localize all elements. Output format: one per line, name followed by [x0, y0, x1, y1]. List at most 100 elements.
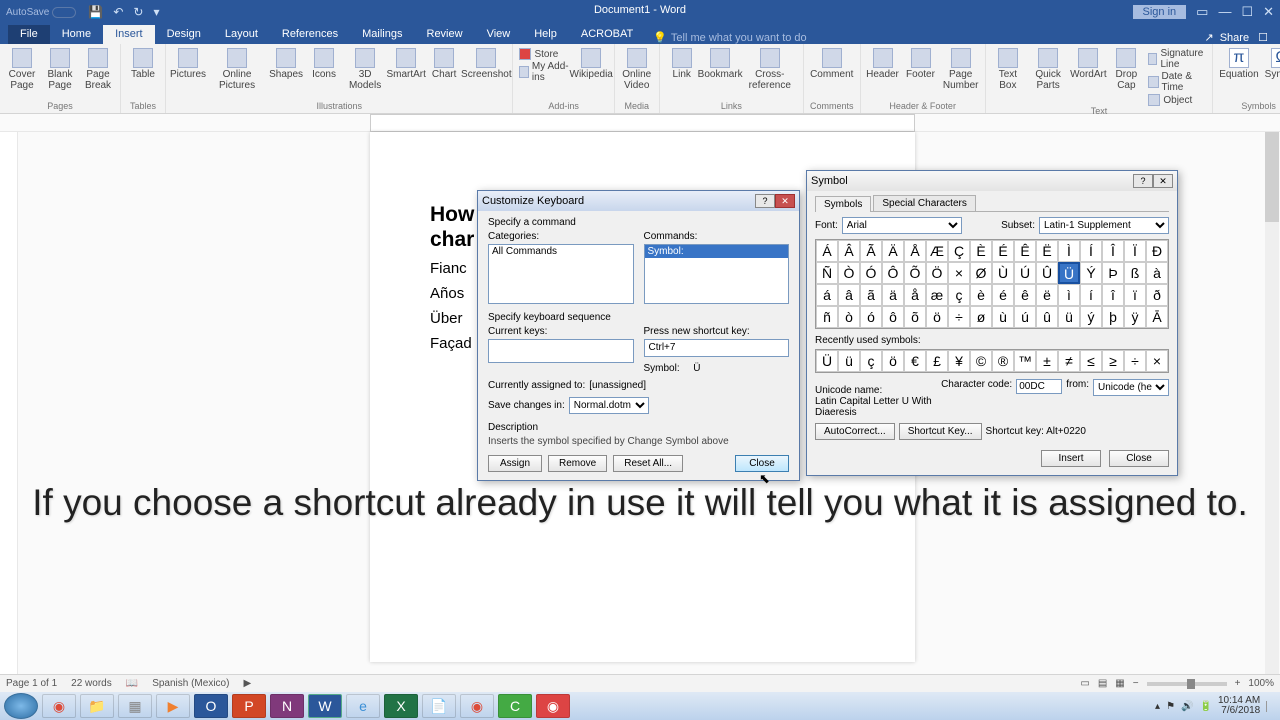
recent-symbol-cell[interactable]: ®	[992, 350, 1014, 372]
table-button[interactable]: Table	[127, 48, 159, 80]
taskbar-word-icon[interactable]: W	[308, 694, 342, 718]
symbol-cell[interactable]: Ç	[948, 240, 970, 262]
wordart-button[interactable]: WordArt	[1072, 48, 1104, 80]
taskbar-chrome2-icon[interactable]: ◉	[460, 694, 494, 718]
chart-button[interactable]: Chart	[428, 48, 460, 80]
tab-file[interactable]: File	[8, 25, 50, 44]
status-macro-icon[interactable]: ▶	[243, 678, 251, 689]
symbol-cell[interactable]: Ò	[838, 262, 860, 284]
horizontal-ruler[interactable]	[370, 114, 915, 132]
symbol-cell[interactable]: Ø	[970, 262, 992, 284]
recent-symbols-grid[interactable]: Üüçö€£¥©®™±≠≤≥÷×	[815, 349, 1169, 373]
symbol-cell[interactable]: â	[838, 284, 860, 306]
symbol-cell[interactable]: ÿ	[1124, 306, 1146, 328]
my-addins-button[interactable]: My Add-ins	[519, 61, 568, 83]
taskbar-notepad-icon[interactable]: 📄	[422, 694, 456, 718]
comment-button[interactable]: Comment	[810, 48, 853, 80]
symbol-grid[interactable]: ÁÂÃÄÅÆÇÈÉÊËÌÍÎÏÐÑÒÓÔÕÖ×ØÙÚÛÜÝÞßàáâãäåæçè…	[815, 239, 1169, 329]
text-box-button[interactable]: Text Box	[992, 48, 1024, 91]
symbol-cell[interactable]: Ý	[1080, 262, 1102, 284]
symbol-cell[interactable]: Ð	[1146, 240, 1168, 262]
reset-all-button[interactable]: Reset All...	[613, 455, 683, 472]
symbol-cell[interactable]: Ñ	[816, 262, 838, 284]
status-spellcheck-icon[interactable]: 📖	[126, 678, 138, 689]
char-code-field[interactable]	[1016, 379, 1062, 394]
blank-page-button[interactable]: Blank Page	[44, 48, 76, 91]
close-icon[interactable]: ✕	[1263, 4, 1274, 20]
page-break-button[interactable]: Page Break	[82, 48, 114, 91]
tray-clock[interactable]: 10:14 AM7/6/2018	[1218, 696, 1260, 716]
recent-symbol-cell[interactable]: £	[926, 350, 948, 372]
icons-button[interactable]: Icons	[308, 48, 340, 80]
screenshot-button[interactable]: Screenshot	[466, 48, 506, 80]
status-page[interactable]: Page 1 of 1	[6, 678, 57, 689]
symbol-cell[interactable]: ý	[1080, 306, 1102, 328]
symbol-cell[interactable]: ê	[1014, 284, 1036, 306]
drop-cap-button[interactable]: Drop Cap	[1110, 48, 1142, 91]
page-number-button[interactable]: Page Number	[943, 48, 979, 91]
symbol-cell[interactable]: ú	[1014, 306, 1036, 328]
link-button[interactable]: Link	[666, 48, 698, 80]
taskbar-powerpoint-icon[interactable]: P	[232, 694, 266, 718]
commands-listbox[interactable]: Symbol:	[644, 244, 790, 304]
recent-symbol-cell[interactable]: ç	[860, 350, 882, 372]
share-button[interactable]: ↗ Share ☐	[1205, 31, 1269, 44]
zoom-out-icon[interactable]: −	[1133, 678, 1139, 689]
recent-symbol-cell[interactable]: ×	[1146, 350, 1168, 372]
recent-symbol-cell[interactable]: ÷	[1124, 350, 1146, 372]
symbol-cell[interactable]: Ü	[1058, 262, 1080, 284]
symbol-cell[interactable]: ø	[970, 306, 992, 328]
symbol-help-icon[interactable]: ?	[1133, 174, 1153, 188]
view-read-icon[interactable]: ▭	[1080, 678, 1089, 689]
symbol-cell[interactable]: è	[970, 284, 992, 306]
symbol-cell[interactable]: ï	[1124, 284, 1146, 306]
categories-listbox[interactable]: All Commands	[488, 244, 634, 304]
symbol-cell[interactable]: Í	[1080, 240, 1102, 262]
symbol-cell[interactable]: ã	[860, 284, 882, 306]
symbol-cell[interactable]: Ā	[1146, 306, 1168, 328]
symbol-cell[interactable]: á	[816, 284, 838, 306]
quick-parts-button[interactable]: Quick Parts	[1030, 48, 1067, 91]
equation-button[interactable]: πEquation	[1219, 48, 1258, 80]
insert-button[interactable]: Insert	[1041, 450, 1101, 467]
recent-symbol-cell[interactable]: ≥	[1102, 350, 1124, 372]
taskbar-excel-icon[interactable]: X	[384, 694, 418, 718]
tab-references[interactable]: References	[270, 25, 350, 44]
from-select[interactable]: Unicode (hex)	[1093, 379, 1169, 396]
header-button[interactable]: Header	[867, 48, 899, 80]
list-item-selected[interactable]: Symbol:	[645, 245, 789, 258]
recent-symbol-cell[interactable]: ü	[838, 350, 860, 372]
taskbar-onenote-icon[interactable]: N	[270, 694, 304, 718]
symbol-cell[interactable]: î	[1102, 284, 1124, 306]
symbol-cell[interactable]: ÷	[948, 306, 970, 328]
undo-icon[interactable]: ↶	[113, 5, 123, 19]
symbol-cell[interactable]: Á	[816, 240, 838, 262]
taskbar-explorer-icon[interactable]: 📁	[80, 694, 114, 718]
symbol-close-icon[interactable]: ✕	[1153, 174, 1173, 188]
subset-select[interactable]: Latin-1 Supplement	[1039, 217, 1169, 234]
symbol-cell[interactable]: Ù	[992, 262, 1014, 284]
object-button[interactable]: Object	[1148, 94, 1192, 106]
dialog-help-icon[interactable]: ?	[755, 194, 775, 208]
recent-symbol-cell[interactable]: ™	[1014, 350, 1036, 372]
current-keys-field[interactable]	[488, 339, 634, 363]
symbol-cell[interactable]: û	[1036, 306, 1058, 328]
signature-line-button[interactable]: Signature Line	[1148, 48, 1206, 70]
cross-reference-button[interactable]: Cross- reference	[743, 48, 797, 91]
symbol-cell[interactable]: Ï	[1124, 240, 1146, 262]
tab-mailings[interactable]: Mailings	[350, 25, 414, 44]
symbol-cell[interactable]: ô	[882, 306, 904, 328]
signin-button[interactable]: Sign in	[1133, 5, 1187, 19]
symbol-cell[interactable]: Ö	[926, 262, 948, 284]
symbol-button[interactable]: ΩSymbol	[1265, 48, 1280, 80]
pictures-button[interactable]: Pictures	[172, 48, 204, 80]
symbol-cell[interactable]: í	[1080, 284, 1102, 306]
symbol-cell[interactable]: Ä	[882, 240, 904, 262]
wikipedia-button[interactable]: Wikipedia	[575, 48, 608, 80]
taskbar-chrome-icon[interactable]: ◉	[42, 694, 76, 718]
vertical-scrollbar[interactable]	[1265, 132, 1279, 680]
symbol-cell[interactable]: Ì	[1058, 240, 1080, 262]
tab-special-characters[interactable]: Special Characters	[873, 195, 975, 211]
tab-symbols[interactable]: Symbols	[815, 196, 871, 212]
3d-models-button[interactable]: 3D Models	[346, 48, 384, 91]
